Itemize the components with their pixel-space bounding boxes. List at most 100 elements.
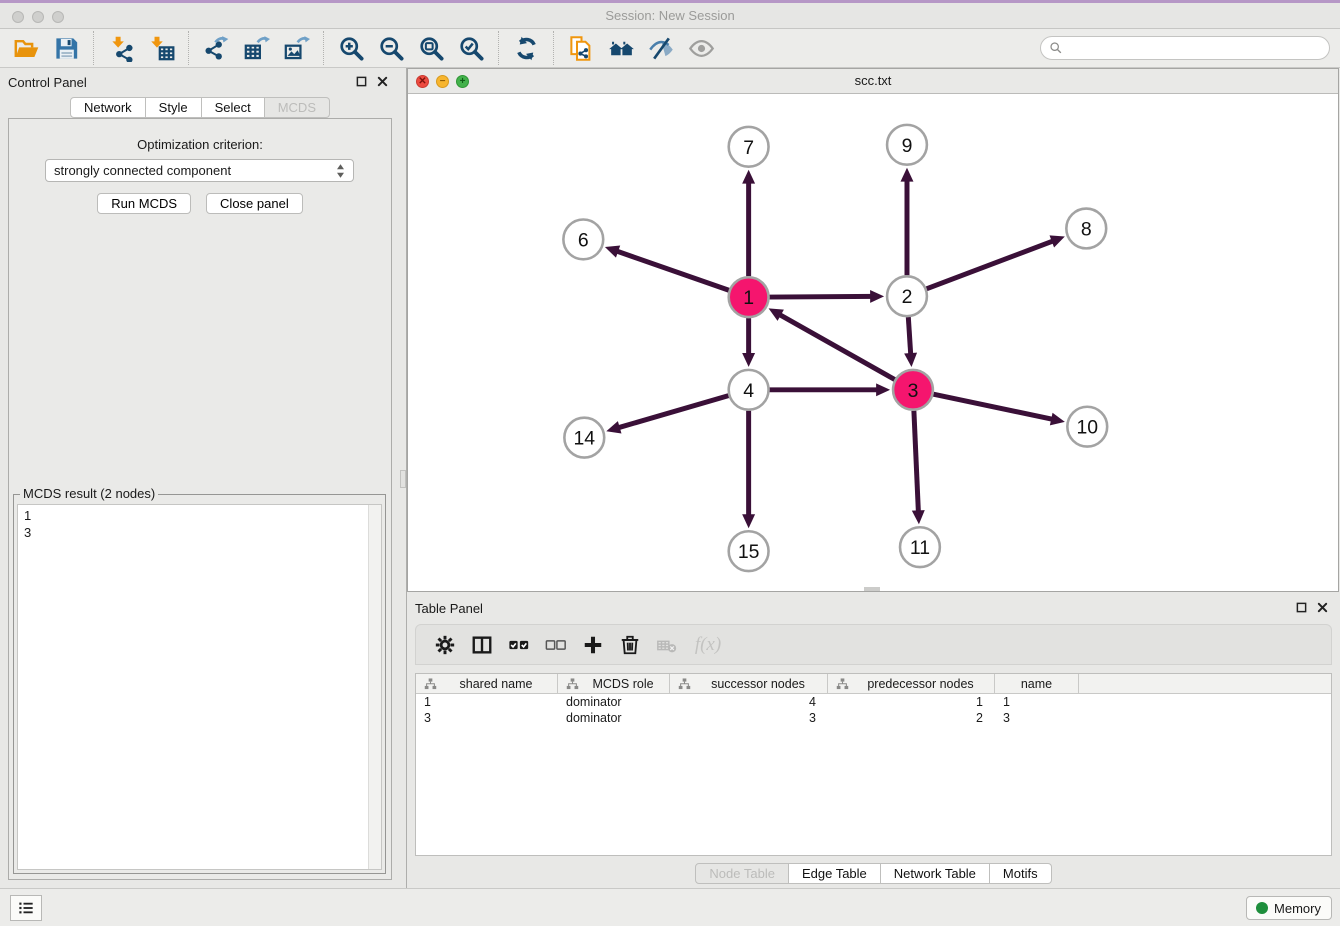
- delete-table-button[interactable]: [648, 628, 685, 661]
- edge-4-to-15[interactable]: [742, 411, 755, 529]
- node-9[interactable]: 9: [887, 125, 927, 165]
- show-hide-columns-button[interactable]: [463, 628, 500, 661]
- node-6[interactable]: 6: [563, 219, 603, 259]
- edge-1-to-6[interactable]: [605, 245, 729, 290]
- tab-style[interactable]: Style: [146, 97, 202, 118]
- status-bar: Memory: [0, 888, 1340, 926]
- panel-splitter[interactable]: [400, 68, 407, 888]
- cell-shared-name[interactable]: 3: [416, 710, 558, 726]
- clear-all-checks-button[interactable]: [537, 628, 574, 661]
- edge-3-to-11[interactable]: [912, 411, 925, 525]
- cell-name[interactable]: 1: [995, 694, 1079, 710]
- network-close-icon[interactable]: ✕: [416, 75, 429, 88]
- node-2[interactable]: 2: [887, 276, 927, 316]
- close-table-panel-icon[interactable]: [1317, 602, 1328, 613]
- network-maximize-icon[interactable]: +: [456, 75, 469, 88]
- criterion-dropdown[interactable]: strongly connected component: [45, 159, 354, 182]
- column-settings-button[interactable]: [426, 628, 463, 661]
- zoom-in-button[interactable]: [331, 30, 371, 66]
- edge-1-to-4[interactable]: [742, 318, 755, 367]
- tab-edge-table[interactable]: Edge Table: [789, 863, 881, 884]
- window-minimize-button[interactable]: [32, 11, 44, 23]
- edge-3-to-10[interactable]: [933, 394, 1064, 425]
- node-8[interactable]: 8: [1066, 209, 1106, 249]
- export-network-button[interactable]: [196, 30, 236, 66]
- edge-4-to-14[interactable]: [606, 396, 728, 434]
- edge-4-to-3[interactable]: [770, 383, 891, 396]
- float-panel-icon[interactable]: [356, 76, 367, 87]
- column-header-shared-name[interactable]: shared name: [416, 674, 558, 693]
- node-15[interactable]: 15: [729, 531, 769, 571]
- node-10[interactable]: 10: [1067, 407, 1107, 447]
- result-scrollbar[interactable]: [368, 505, 381, 869]
- search-input[interactable]: [1068, 41, 1321, 56]
- cell-mcds-role[interactable]: dominator: [558, 710, 670, 726]
- create-column-button[interactable]: [574, 628, 611, 661]
- table-row[interactable]: 3dominator323: [416, 710, 1331, 726]
- column-header-name[interactable]: name: [995, 674, 1079, 693]
- table-row[interactable]: 1dominator411: [416, 694, 1331, 710]
- zoom-out-button[interactable]: [371, 30, 411, 66]
- tab-motifs[interactable]: Motifs: [990, 863, 1052, 884]
- show-all-button[interactable]: [681, 30, 721, 66]
- import-network-button[interactable]: [101, 30, 141, 66]
- tree-icon: [420, 678, 439, 690]
- cell-successor-nodes[interactable]: 4: [670, 694, 828, 710]
- zoom-selected-button[interactable]: [451, 30, 491, 66]
- float-table-panel-icon[interactable]: [1296, 602, 1307, 613]
- tab-node-table[interactable]: Node Table: [695, 863, 789, 884]
- function-builder-button[interactable]: f(x): [685, 628, 731, 661]
- node-4[interactable]: 4: [729, 370, 769, 410]
- mcds-result-textarea[interactable]: 1 3: [17, 504, 382, 870]
- apply-layout-button[interactable]: [506, 30, 546, 66]
- cell-mcds-role[interactable]: dominator: [558, 694, 670, 710]
- edge-3-to-1[interactable]: [769, 308, 895, 379]
- node-14[interactable]: 14: [564, 418, 604, 458]
- edge-2-to-8[interactable]: [927, 235, 1065, 288]
- edge-1-to-7[interactable]: [742, 170, 755, 277]
- cell-predecessor-nodes[interactable]: 2: [828, 710, 995, 726]
- save-session-button[interactable]: [46, 30, 86, 66]
- import-table-button[interactable]: [141, 30, 181, 66]
- export-table-button[interactable]: [236, 30, 276, 66]
- column-header-successor-nodes[interactable]: successor nodes: [670, 674, 828, 693]
- edge-2-to-3[interactable]: [904, 317, 917, 367]
- node-label: 6: [578, 229, 589, 251]
- tab-network[interactable]: Network: [70, 97, 146, 118]
- search-box[interactable]: [1040, 36, 1330, 60]
- close-panel-button[interactable]: Close panel: [206, 193, 303, 214]
- cell-name[interactable]: 3: [995, 710, 1079, 726]
- column-header-predecessor-nodes[interactable]: predecessor nodes: [828, 674, 995, 693]
- node-11[interactable]: 11: [900, 527, 940, 567]
- cell-successor-nodes[interactable]: 3: [670, 710, 828, 726]
- node-1[interactable]: 1: [729, 277, 769, 317]
- edge-2-to-9[interactable]: [901, 168, 914, 276]
- cell-predecessor-nodes[interactable]: 1: [828, 694, 995, 710]
- tab-network-table[interactable]: Network Table: [881, 863, 990, 884]
- window-close-button[interactable]: [12, 11, 24, 23]
- close-panel-icon[interactable]: [377, 76, 388, 87]
- node-3[interactable]: 3: [893, 370, 933, 410]
- first-neighbors-button[interactable]: [601, 30, 641, 66]
- tab-mcds[interactable]: MCDS: [265, 97, 330, 118]
- node-7[interactable]: 7: [729, 127, 769, 167]
- window-zoom-button[interactable]: [52, 11, 64, 23]
- fit-content-button[interactable]: [411, 30, 451, 66]
- tab-select[interactable]: Select: [202, 97, 265, 118]
- run-mcds-button[interactable]: Run MCDS: [97, 193, 191, 214]
- task-history-button[interactable]: [10, 895, 42, 921]
- hide-selected-button[interactable]: [641, 30, 681, 66]
- network-canvas[interactable]: 7 9 6 8 1 2 4 3 14 10 15 11: [408, 95, 1338, 591]
- edge-1-to-2[interactable]: [770, 290, 885, 303]
- network-minimize-icon[interactable]: −: [436, 75, 449, 88]
- cell-shared-name[interactable]: 1: [416, 694, 558, 710]
- column-header-mcds-role[interactable]: MCDS role: [558, 674, 670, 693]
- delete-columns-button[interactable]: [611, 628, 648, 661]
- duplicate-network-button[interactable]: [561, 30, 601, 66]
- open-file-button[interactable]: [6, 30, 46, 66]
- select-all-checks-button[interactable]: [500, 628, 537, 661]
- export-image-button[interactable]: [276, 30, 316, 66]
- splitter-grip[interactable]: [400, 470, 406, 488]
- canvas-scroll-grip[interactable]: [864, 587, 880, 591]
- memory-button[interactable]: Memory: [1246, 896, 1332, 920]
